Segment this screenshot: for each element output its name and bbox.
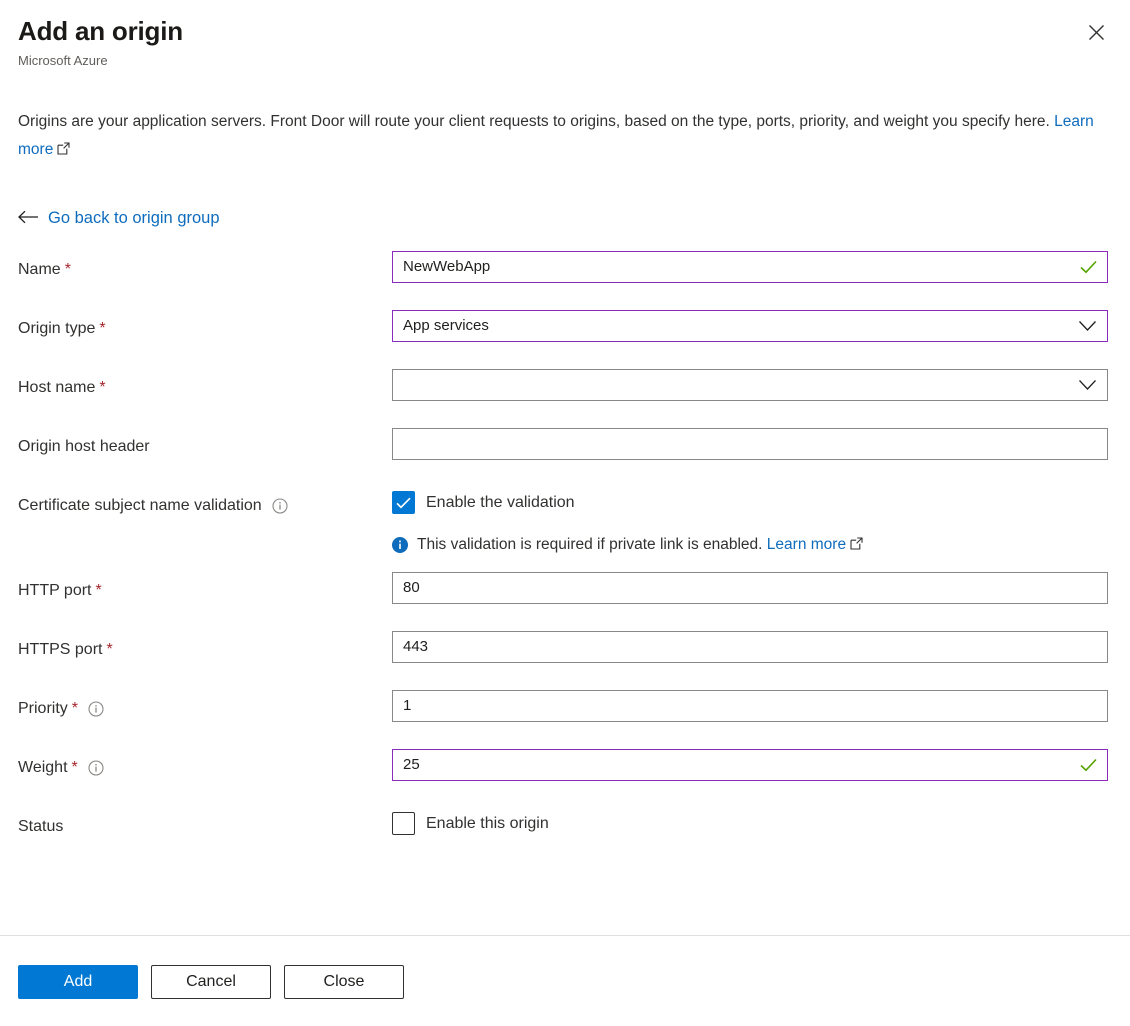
private-link-note-text: This validation is required if private l…: [417, 534, 863, 556]
origin-host-header-field-cell: [392, 428, 1108, 460]
chevron-down-icon: [1078, 320, 1097, 332]
panel-header: Add an origin Microsoft Azure: [0, 0, 1130, 70]
https-port-label-cell: HTTPS port *: [18, 631, 392, 661]
enable-validation-checkbox[interactable]: Enable the validation: [392, 487, 575, 514]
enable-this-origin-label: Enable this origin: [426, 814, 549, 832]
http-port-field-cell: 80: [392, 572, 1108, 604]
name-field-cell: NewWebApp: [392, 251, 1108, 283]
name-label-cell: Name *: [18, 251, 392, 281]
form-row-host-name: Host name *: [18, 369, 1108, 409]
origin-host-header-input[interactable]: [392, 428, 1108, 460]
origin-type-label: Origin type: [18, 320, 96, 337]
checkbox-box-checked: [392, 491, 415, 514]
https-port-value: 443: [403, 638, 429, 655]
http-port-label-cell: HTTP port *: [18, 572, 392, 602]
weight-field-cell: 25: [392, 749, 1108, 781]
back-link-label: Go back to origin group: [48, 209, 220, 227]
name-input[interactable]: NewWebApp: [392, 251, 1108, 283]
form-row-certificate-validation: Certificate subject name validation Enab…: [18, 487, 1108, 564]
panel-description: Origins are your application servers. Fr…: [18, 108, 1112, 165]
chevron-down-icon: [1078, 379, 1097, 391]
description-text: Origins are your application servers. Fr…: [18, 113, 1050, 130]
note-learn-more-link[interactable]: Learn more: [767, 536, 846, 553]
certificate-validation-label-cell: Certificate subject name validation: [18, 487, 392, 517]
http-port-label: HTTP port: [18, 582, 92, 599]
status-field-cell: Enable this origin: [392, 808, 1108, 835]
status-label: Status: [18, 818, 64, 835]
form-row-name: Name * NewWebApp: [18, 251, 1108, 291]
form-row-origin-host-header: Origin host header: [18, 428, 1108, 468]
status-label-cell: Status: [18, 808, 392, 838]
host-name-select[interactable]: [392, 369, 1108, 401]
form-row-origin-type: Origin type * App services: [18, 310, 1108, 350]
weight-label-cell: Weight *: [18, 749, 392, 779]
checkbox-box-unchecked: [392, 812, 415, 835]
https-port-input[interactable]: 443: [392, 631, 1108, 663]
page-subtitle: Microsoft Azure: [18, 53, 108, 68]
go-back-to-origin-group-link[interactable]: Go back to origin group: [18, 207, 220, 229]
form-row-https-port: HTTPS port * 443: [18, 631, 1108, 671]
cancel-button[interactable]: Cancel: [151, 965, 271, 999]
host-name-label-cell: Host name *: [18, 369, 392, 399]
weight-value: 25: [403, 756, 420, 773]
footer-actions: Add Cancel Close: [0, 936, 1130, 999]
close-icon: [1088, 24, 1105, 41]
https-port-required-marker: *: [106, 641, 113, 658]
host-name-field-cell: [392, 369, 1108, 401]
priority-label: Priority: [18, 700, 68, 717]
origin-form: Name * NewWebApp Origin type * App servi…: [0, 251, 1130, 848]
certificate-validation-label: Certificate subject name validation: [18, 497, 262, 514]
origin-type-label-cell: Origin type *: [18, 310, 392, 340]
https-port-label: HTTPS port: [18, 641, 103, 658]
priority-input[interactable]: 1: [392, 690, 1108, 722]
weight-required-marker: *: [71, 759, 78, 776]
form-row-status: Status Enable this origin: [18, 808, 1108, 848]
priority-label-cell: Priority *: [18, 690, 392, 720]
note-message: This validation is required if private l…: [417, 536, 763, 553]
form-row-priority: Priority * 1: [18, 690, 1108, 730]
origin-type-select[interactable]: App services: [392, 310, 1108, 342]
add-button[interactable]: Add: [18, 965, 138, 999]
priority-value: 1: [403, 697, 412, 714]
enable-validation-label: Enable the validation: [426, 493, 575, 511]
external-link-icon: [850, 535, 863, 556]
priority-field-cell: 1: [392, 690, 1108, 722]
origin-type-required-marker: *: [99, 320, 106, 337]
name-required-marker: *: [64, 261, 71, 278]
host-name-label: Host name: [18, 379, 96, 396]
certificate-validation-field-cell: Enable the validation This validation is…: [392, 487, 1108, 564]
panel-footer: Add Cancel Close: [0, 935, 1130, 1026]
enable-this-origin-checkbox[interactable]: Enable this origin: [392, 808, 549, 835]
weight-label: Weight: [18, 759, 68, 776]
close-footer-button[interactable]: Close: [284, 965, 404, 999]
origin-host-header-label-cell: Origin host header: [18, 428, 392, 458]
name-input-value: NewWebApp: [403, 258, 491, 275]
https-port-field-cell: 443: [392, 631, 1108, 663]
http-port-input[interactable]: 80: [392, 572, 1108, 604]
checkmark-icon: [1080, 260, 1097, 274]
form-row-weight: Weight * 25: [18, 749, 1108, 789]
info-circle-icon[interactable]: [272, 498, 288, 514]
http-port-value: 80: [403, 579, 420, 596]
origin-type-value: App services: [403, 317, 489, 334]
external-link-icon: [57, 137, 70, 165]
origin-type-field-cell: App services: [392, 310, 1108, 342]
close-button[interactable]: [1082, 18, 1110, 46]
host-name-required-marker: *: [99, 379, 106, 396]
info-circle-icon[interactable]: [88, 760, 104, 776]
priority-required-marker: *: [71, 700, 79, 717]
origin-host-header-label: Origin host header: [18, 438, 150, 455]
name-label: Name: [18, 261, 61, 278]
form-row-http-port: HTTP port * 80: [18, 572, 1108, 612]
checkmark-icon: [1080, 758, 1097, 772]
info-filled-icon: [392, 537, 408, 558]
page-title: Add an origin: [18, 16, 183, 46]
info-circle-icon[interactable]: [88, 701, 104, 717]
private-link-note: This validation is required if private l…: [392, 534, 1108, 558]
arrow-left-icon: [18, 209, 39, 228]
weight-input[interactable]: 25: [392, 749, 1108, 781]
http-port-required-marker: *: [95, 582, 102, 599]
